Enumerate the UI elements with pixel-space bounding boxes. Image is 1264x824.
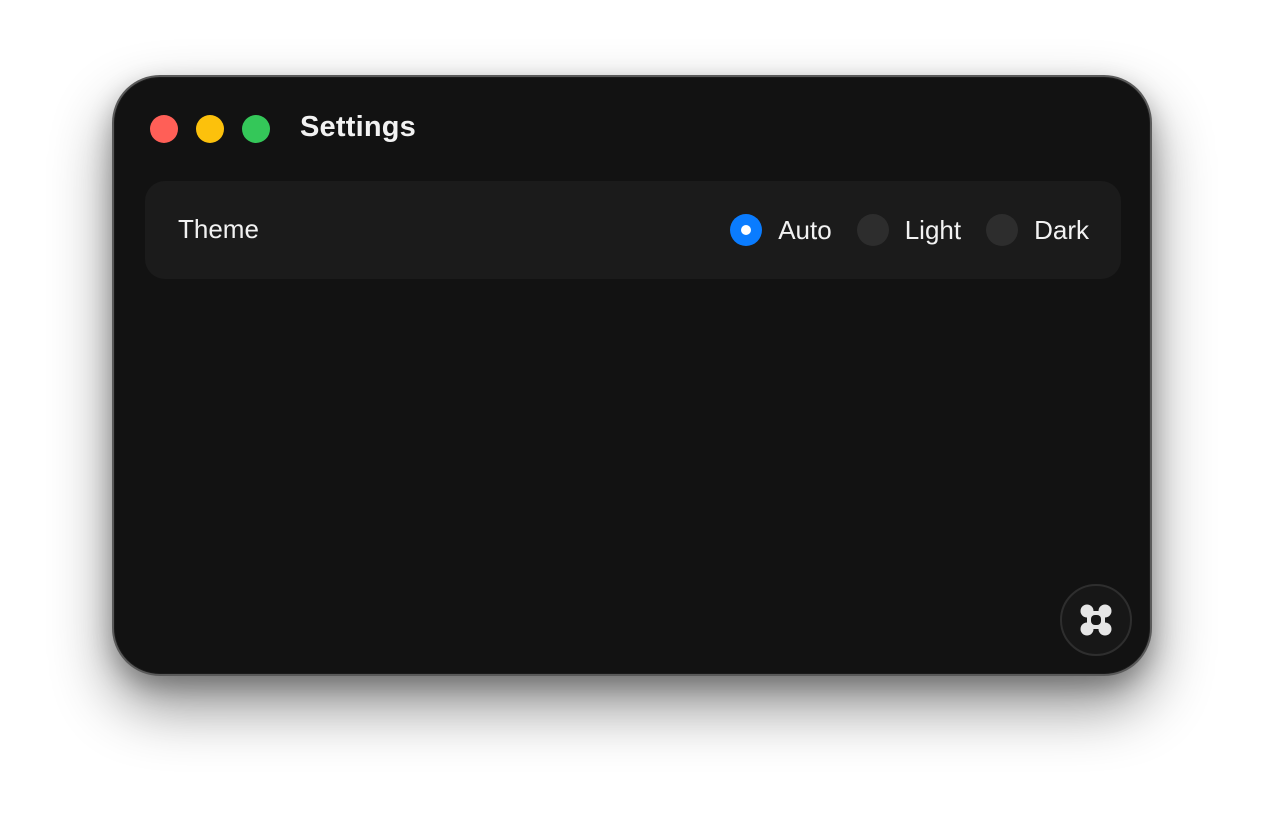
- theme-option-auto[interactable]: Auto: [730, 214, 832, 246]
- radio-button-dark[interactable]: [986, 214, 1019, 246]
- theme-option-label: Light: [904, 214, 962, 245]
- theme-radio-group: Auto Light Dark: [730, 181, 1089, 279]
- title-bar[interactable]: Settings: [114, 77, 1150, 181]
- zoom-window-button[interactable]: [242, 115, 270, 143]
- minimize-window-button[interactable]: [196, 115, 224, 143]
- theme-option-light[interactable]: Light: [856, 214, 962, 246]
- settings-window: Settings Theme Auto Light Dark: [112, 75, 1152, 676]
- theme-option-label: Auto: [778, 214, 832, 245]
- floating-action-button[interactable]: [1060, 584, 1132, 656]
- theme-label: Theme: [178, 214, 259, 244]
- desktop-background: Settings Theme Auto Light Dark: [0, 0, 1264, 824]
- radio-button-light[interactable]: [856, 214, 889, 246]
- command-key-icon: [1080, 604, 1112, 636]
- window-title: Settings: [300, 111, 416, 143]
- theme-option-dark[interactable]: Dark: [986, 214, 1089, 246]
- close-window-button[interactable]: [150, 115, 178, 143]
- radio-button-auto[interactable]: [730, 214, 763, 246]
- theme-option-label: Dark: [1034, 214, 1089, 245]
- theme-setting-row: Theme Auto Light Dark: [145, 181, 1121, 279]
